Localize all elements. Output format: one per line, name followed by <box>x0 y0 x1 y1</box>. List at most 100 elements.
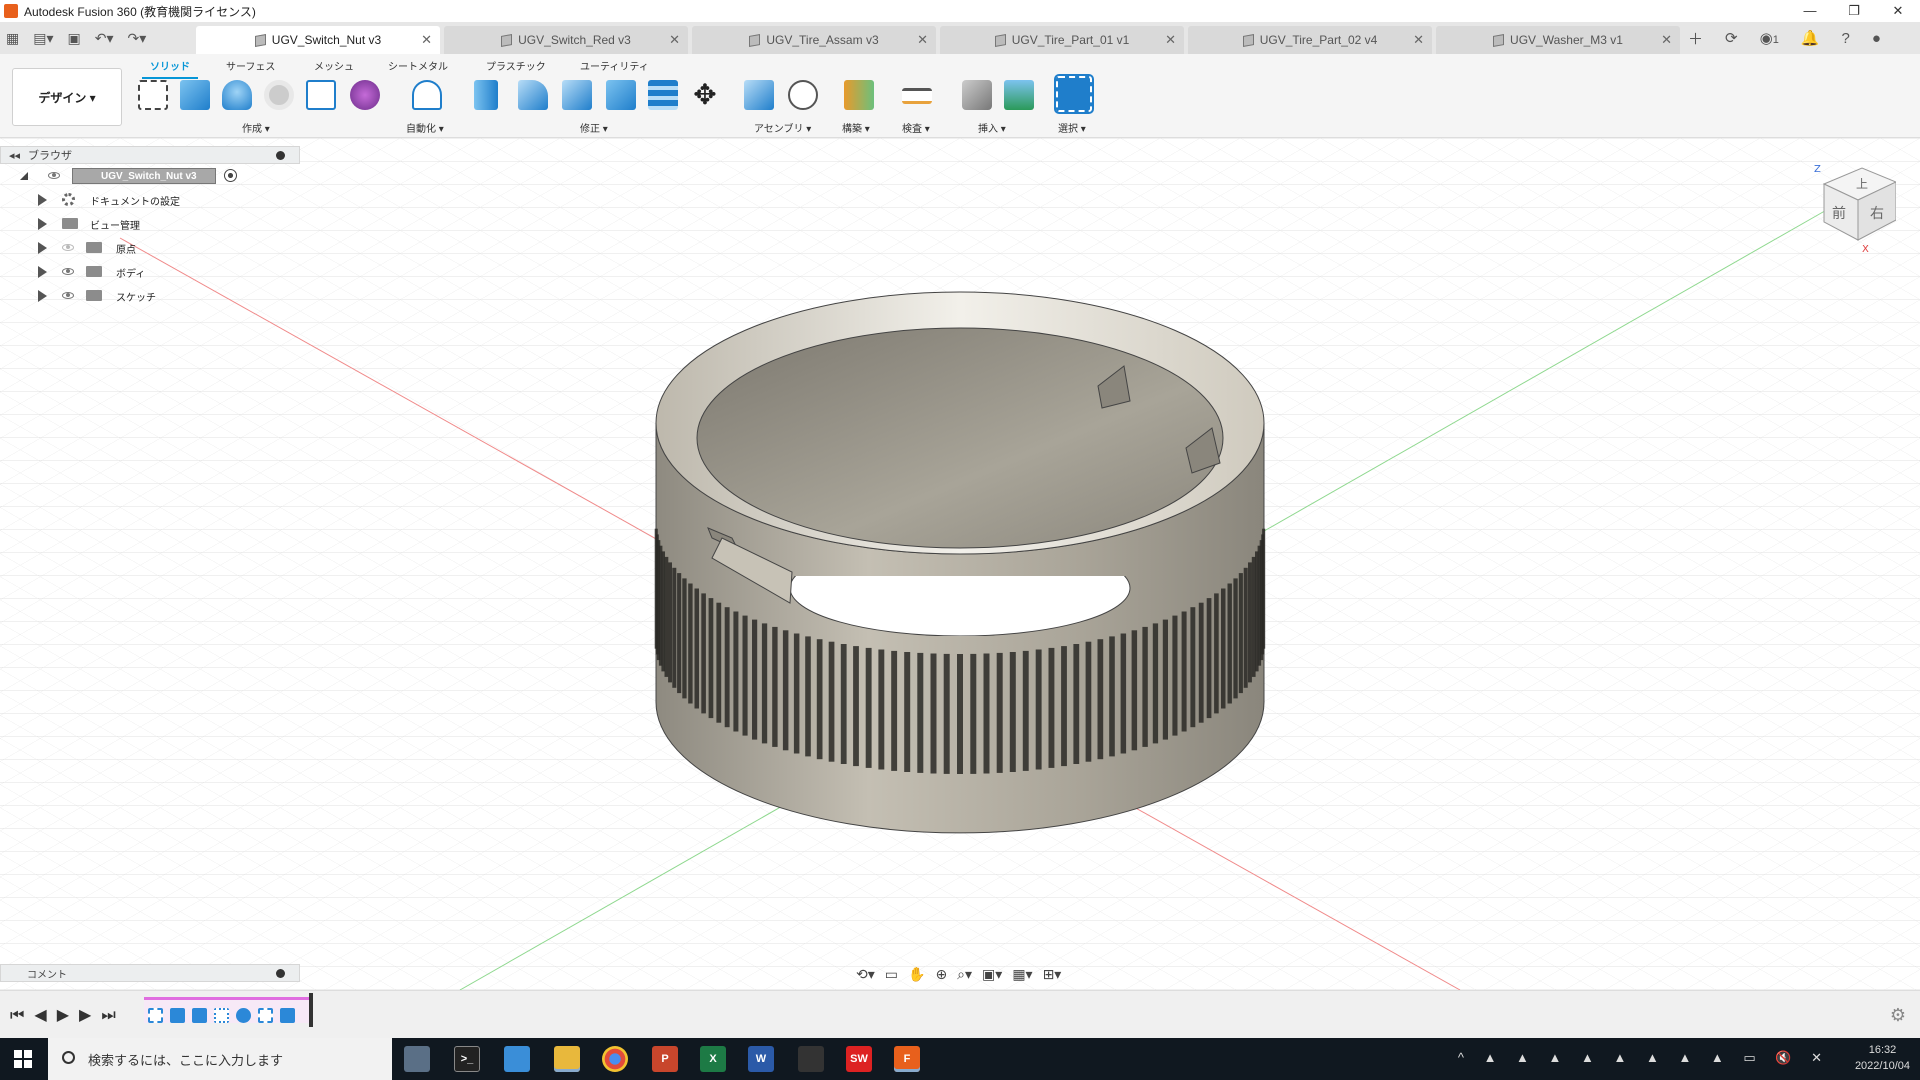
expand-root-icon[interactable] <box>20 172 28 180</box>
pattern-feature-icon[interactable] <box>214 1008 229 1023</box>
close-tab-icon[interactable]: ✕ <box>1413 32 1424 48</box>
fillet-feature-icon[interactable] <box>236 1008 251 1023</box>
extrude-icon[interactable] <box>180 80 210 110</box>
group-modify[interactable]: 修正 ▾ <box>580 120 608 135</box>
browser-item-bodies[interactable]: ボディ <box>0 260 300 284</box>
doc-tab-5[interactable]: UGV_Tire_Part_02 v4 ✕ <box>1188 26 1432 54</box>
fit-icon[interactable]: ⌕▾ <box>957 966 972 983</box>
minimize-button[interactable]: — <box>1788 3 1832 19</box>
browser-root-row[interactable]: UGV_Switch_Nut v3 <box>0 164 300 188</box>
doc-tab-2[interactable]: UGV_Switch_Red v3 ✕ <box>444 26 688 54</box>
extrude-feature-icon[interactable] <box>192 1008 207 1023</box>
chrome-app-icon[interactable] <box>602 1046 628 1072</box>
timeline-strip[interactable] <box>144 997 310 1023</box>
tab-plastic[interactable]: プラスチック <box>486 58 546 73</box>
revolve-icon[interactable] <box>222 80 252 110</box>
tab-mesh[interactable]: メッシュ <box>314 58 354 73</box>
expand-item-icon[interactable] <box>38 290 47 302</box>
doc-tab-6[interactable]: UGV_Washer_M3 v1 ✕ <box>1436 26 1680 54</box>
timeline-settings-icon[interactable]: ⚙ <box>1890 1005 1906 1026</box>
file-menu-icon[interactable]: ▤▾ <box>33 30 53 47</box>
save-icon[interactable]: ▣ <box>68 30 81 47</box>
restore-button[interactable]: ❐ <box>1832 3 1876 19</box>
display-settings-icon[interactable]: ▣▾ <box>982 966 1002 983</box>
insert-derive-icon[interactable] <box>962 80 992 110</box>
data-panel-icon[interactable]: ▦ <box>6 30 19 47</box>
group-create[interactable]: 作成 ▾ <box>242 120 270 135</box>
group-inspect[interactable]: 検査 ▾ <box>902 120 930 135</box>
windows-start-icon[interactable] <box>14 1050 32 1068</box>
cloud-app-icon[interactable] <box>404 1046 430 1072</box>
sketch-feature-icon[interactable] <box>258 1008 273 1023</box>
measure-icon[interactable] <box>902 88 932 104</box>
combine-icon[interactable] <box>648 80 678 110</box>
group-automate[interactable]: 自動化 ▾ <box>406 120 444 135</box>
browser-item-sketches[interactable]: スケッチ <box>0 284 300 308</box>
group-construct[interactable]: 構築 ▾ <box>842 120 870 135</box>
notification-icon[interactable]: 🔔 <box>1801 29 1820 47</box>
sketch-feature-icon[interactable] <box>148 1008 163 1023</box>
redo-icon[interactable]: ↷▾ <box>128 30 147 47</box>
browser-item-origin[interactable]: 原点 <box>0 236 300 260</box>
form-icon[interactable] <box>350 80 380 110</box>
select-icon[interactable] <box>1054 74 1094 114</box>
group-assemble[interactable]: アセンブリ ▾ <box>754 120 811 135</box>
create-sketch-icon[interactable] <box>138 80 168 110</box>
user-avatar-icon[interactable]: ● <box>1872 30 1881 47</box>
fusion-app-icon[interactable]: F <box>894 1046 920 1072</box>
timeline-marker[interactable] <box>309 993 313 1027</box>
workspace-switcher[interactable]: デザイン ▾ <box>12 68 122 126</box>
viewports-icon[interactable]: ⊞▾ <box>1043 966 1062 983</box>
view-cube[interactable]: 上 前 右 Z X <box>1812 162 1896 252</box>
extrude-feature-icon[interactable] <box>280 1008 295 1023</box>
orbit-icon[interactable]: ⟲▾ <box>856 966 875 983</box>
shell-icon[interactable] <box>606 80 636 110</box>
expand-item-icon[interactable] <box>38 242 47 254</box>
clock[interactable]: 16:32 2022/10/04 <box>1855 1042 1910 1074</box>
game-app-icon[interactable] <box>798 1046 824 1072</box>
help-icon[interactable]: ? <box>1842 30 1850 47</box>
extrude-feature-icon[interactable] <box>170 1008 185 1023</box>
pan-icon[interactable]: ✋ <box>908 966 925 983</box>
press-pull-icon[interactable] <box>474 80 498 110</box>
system-tray-icons[interactable]: ^ ▲ ▲ ▲ ▲ ▲ ▲ ▲ ▲ ▭ 🔇 ✕ <box>1458 1050 1830 1066</box>
tab-sheet-metal[interactable]: シートメタル <box>388 58 448 73</box>
notes-app-icon[interactable] <box>504 1046 530 1072</box>
job-status-icon[interactable]: ◉1 <box>1760 29 1779 47</box>
taskbar-search[interactable]: 検索するには、ここに入力します <box>48 1038 392 1080</box>
zoom-icon[interactable]: ⊕ <box>935 966 947 983</box>
doc-tab-3[interactable]: UGV_Tire_Assam v3 ✕ <box>692 26 936 54</box>
timeline-controls[interactable]: ⏮◀▶▶⏭ <box>10 1005 126 1025</box>
close-tab-icon[interactable]: ✕ <box>421 32 432 48</box>
doc-tab-4[interactable]: UGV_Tire_Part_01 v1 ✕ <box>940 26 1184 54</box>
new-tab-icon[interactable]: ＋ <box>1688 28 1703 49</box>
powerpoint-app-icon[interactable]: P <box>652 1046 678 1072</box>
add-comment-icon[interactable] <box>276 968 285 978</box>
joint-icon[interactable] <box>788 80 818 110</box>
visibility-eye-icon[interactable] <box>48 172 60 179</box>
close-tab-icon[interactable]: ✕ <box>669 32 680 48</box>
tab-solid[interactable]: ソリッド <box>142 58 198 79</box>
expand-item-icon[interactable] <box>38 194 47 206</box>
automate-icon[interactable] <box>412 80 442 110</box>
sync-icon[interactable]: ⟳ <box>1725 29 1738 47</box>
new-component-icon[interactable] <box>744 80 774 110</box>
browser-header[interactable]: ◂◂ ブラウザ <box>0 146 300 164</box>
close-tab-icon[interactable]: ✕ <box>917 32 928 48</box>
close-tab-icon[interactable]: ✕ <box>1165 32 1176 48</box>
visibility-eye-icon[interactable] <box>62 292 74 299</box>
tab-surface[interactable]: サーフェス <box>226 58 275 73</box>
insert-canvas-icon[interactable] <box>1004 80 1034 110</box>
close-window-button[interactable]: ✕ <box>1876 3 1920 19</box>
browser-root-label[interactable]: UGV_Switch_Nut v3 <box>72 168 216 184</box>
pattern-icon[interactable] <box>306 80 336 110</box>
hole-icon[interactable] <box>264 80 294 110</box>
grid-settings-icon[interactable]: ▦▾ <box>1012 966 1032 983</box>
undo-icon[interactable]: ↶▾ <box>95 30 114 47</box>
activate-radio-icon[interactable] <box>224 169 237 182</box>
tab-utility[interactable]: ユーティリティ <box>580 58 649 73</box>
browser-item-doc-settings[interactable]: ドキュメントの設定 <box>0 188 300 212</box>
solidworks-app-icon[interactable]: SW <box>846 1046 872 1072</box>
fillet-icon[interactable] <box>518 80 548 110</box>
comment-panel[interactable]: コメント <box>0 964 300 982</box>
